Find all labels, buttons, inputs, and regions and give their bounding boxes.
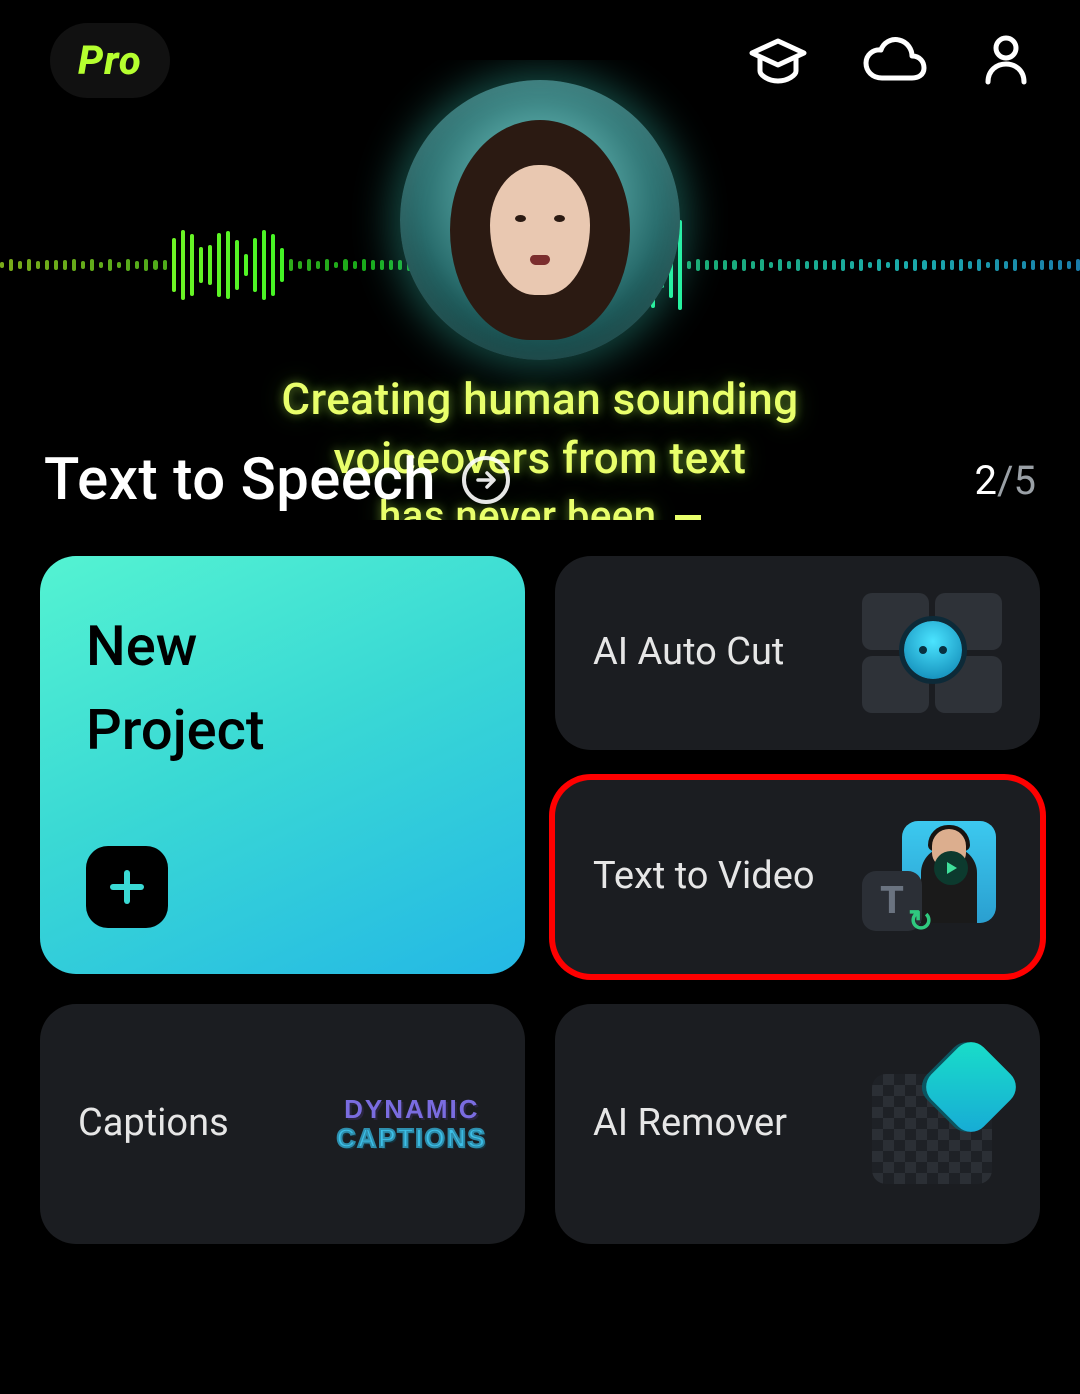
new-project-card[interactable]: New Project <box>40 556 525 974</box>
captions-card[interactable]: Captions DYNAMIC CAPTIONS <box>40 1004 525 1244</box>
feature-title-row: Text to Speech 2/5 <box>0 446 1080 514</box>
card-label: AI Auto Cut <box>593 629 784 677</box>
carousel-pager: 2/5 <box>975 457 1036 504</box>
ai-remover-card[interactable]: AI Remover <box>555 1004 1040 1244</box>
ai-auto-cut-icon <box>862 593 1002 713</box>
plus-icon <box>86 846 168 928</box>
new-project-label: New Project <box>86 604 265 772</box>
typing-cursor <box>675 515 701 520</box>
cloud-icon[interactable] <box>862 36 928 84</box>
profile-icon[interactable] <box>982 34 1030 86</box>
feature-title: Text to Speech <box>44 446 510 514</box>
arrow-right-icon[interactable] <box>462 456 510 504</box>
captions-icon: DYNAMIC CAPTIONS <box>337 1095 487 1152</box>
card-label: Text to Video <box>593 853 815 901</box>
header-icon-group <box>748 34 1030 86</box>
feature-grid: New Project AI Auto Cut Text to Video T <box>40 556 1040 1374</box>
ai-remover-icon <box>862 1064 1002 1184</box>
ai-auto-cut-card[interactable]: AI Auto Cut <box>555 556 1040 750</box>
card-label: AI Remover <box>593 1100 787 1148</box>
text-to-video-icon: T ↻ <box>862 817 1002 937</box>
text-to-video-card[interactable]: Text to Video T ↻ <box>555 780 1040 974</box>
app-header: Pro <box>0 0 1080 120</box>
avatar-image <box>400 80 680 360</box>
graduation-cap-icon[interactable] <box>748 35 808 85</box>
card-label: Captions <box>78 1100 229 1148</box>
pro-badge[interactable]: Pro <box>50 23 170 98</box>
